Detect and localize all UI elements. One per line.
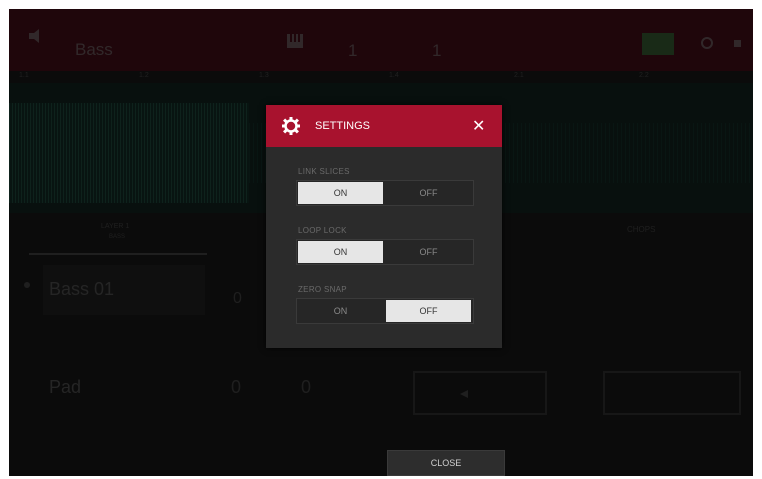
close-icon[interactable]: ✕ [472,116,485,136]
loop-lock-on-button[interactable]: ON [298,241,383,263]
dialog-header: SETTINGS ✕ [266,105,502,147]
link-slices-on-button[interactable]: ON [298,182,383,204]
setting-label-zero-snap: ZERO SNAP [298,285,347,294]
settings-gear-icon [282,117,300,135]
zero-snap-on-button[interactable]: ON [298,300,383,322]
zero-snap-toggle: ON OFF [296,298,474,324]
close-button[interactable]: CLOSE [387,450,505,476]
dialog-title: SETTINGS [315,120,371,132]
loop-lock-off-button[interactable]: OFF [386,241,471,263]
settings-dialog: SETTINGS ✕ LINK SLICES ON OFF LOOP LOCK … [266,105,502,348]
link-slices-off-button[interactable]: OFF [386,182,471,204]
setting-label-link-slices: LINK SLICES [298,167,350,176]
app-screen: Bass 1 1 1.1 1.2 1.3 1.4 2.1 2.2 LAYER 1… [9,9,753,476]
loop-lock-toggle: ON OFF [296,239,474,265]
setting-label-loop-lock: LOOP LOCK [298,226,347,235]
close-button-label: CLOSE [430,458,462,468]
zero-snap-off-button[interactable]: OFF [386,300,471,322]
link-slices-toggle: ON OFF [296,180,474,206]
